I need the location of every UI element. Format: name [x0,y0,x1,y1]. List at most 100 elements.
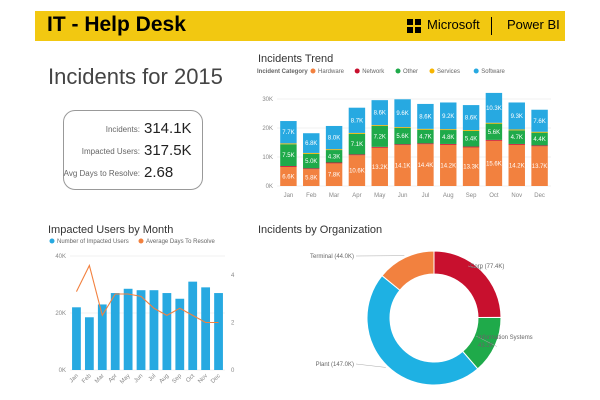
bar-network [303,168,320,170]
bar-label-software: 8.6K [374,111,386,117]
bar-label-other: 7.5K [282,153,294,159]
bar-label-other: 7.2K [374,134,386,140]
line-avg-days [75,263,219,324]
bar-label-other: 5.6K [396,134,408,140]
donut-label-information-systems: Information Systems [478,335,533,341]
bar-services [280,143,297,145]
bar-services [508,129,525,131]
bar-network [394,144,411,146]
x-tick-label: Apr [108,373,119,384]
bar-network [325,162,343,164]
bar-label-software: 7.7K [282,130,294,136]
bar-impacted-users [110,293,120,370]
legend-item-impacted-users: Number of Impacted Users [57,239,129,245]
bar-impacted-users [72,307,81,370]
x-tick-label: Aug [443,193,454,199]
bar-services [348,132,366,134]
bar-label-software: 8.6K [419,114,431,120]
legend-marker-avg-days-icon [138,238,144,244]
microsoft-brand-label: Microsoft [427,17,480,32]
bar-label-software: 8.6K [465,116,477,122]
bar-network [371,146,388,148]
x-tick-label: Mar [94,373,106,385]
donut-leader-line [355,363,386,368]
bar-label-other: 7.1K [351,142,363,148]
bar-label-other: 4.3K [328,154,340,160]
bar-network [280,165,297,167]
incidents-trend-chart[interactable]: Incident Category Hardware Network Other Ser… [255,64,555,214]
bar-impacted-users [201,287,211,370]
bar-label-hardware: 5.8K [305,176,317,182]
bar-network [348,154,366,156]
bar-label-software: 6.8K [305,141,317,147]
bar-label-other: 5.4K [465,137,477,143]
bar-network [462,146,480,148]
microsoft-logo-icon [407,19,421,33]
bar-label-hardware: 7.8K [328,173,340,179]
bar-label-hardware: 14.2K [440,163,456,169]
kpi-incidents-label: Incidents: [105,125,140,134]
y-left-tick-label: 0K [59,368,66,374]
bar-services [303,152,320,154]
x-tick-label: Feb [81,373,93,385]
legend-marker-software-icon [473,68,479,74]
legend-marker-network-icon [354,68,360,74]
bar-label-other: 4.4K [533,137,545,143]
bar-services [440,129,457,131]
y-tick-label: 0K [266,184,273,190]
bar-label-hardware: 13.2K [372,165,388,171]
x-tick-label: Jul [422,193,430,199]
y-tick-label: 30K [262,97,273,103]
bar-network [440,143,457,145]
x-tick-label: Oct [489,193,499,199]
x-tick-label: May [119,373,131,385]
y-right-tick-label: 2 [231,321,235,327]
bar-network [508,143,525,145]
bar-impacted-users [149,290,159,370]
bar-label-software: 8.7K [351,118,363,124]
legend-item-network: Network [362,69,385,75]
bar-label-other: 5.6K [488,130,500,136]
app-header: IT - Help Desk Microsoft Power BI [35,11,565,41]
bar-impacted-users [162,293,172,370]
kpi-incidents-value: 314.1K [144,120,192,137]
bar-impacted-users [123,288,133,370]
bar-services [417,128,434,130]
y-tick-label: 10K [262,155,273,161]
impacted-users-chart[interactable]: Number of Impacted Users Average Days To … [45,234,245,394]
legend-item-services: Services [437,69,460,75]
bar-label-hardware: 6.6K [282,174,294,180]
kpi-avg-days: Avg Days to Resolve: 2.68 [64,164,202,184]
bar-impacted-users [188,281,198,370]
incidents-by-org-title: Incidents by Organization [258,224,383,236]
x-tick-label: Sep [466,193,477,199]
bar-label-software: 9.2K [442,114,454,120]
bar-label-software: 10.3K [486,106,502,112]
bar-label-other: 5.0K [305,159,317,165]
x-tick-label: Jun [398,193,408,199]
incidents-by-org-chart[interactable]: Corp (77.4K) Information Systems 43.2K Plan… [300,238,570,398]
donut-label-terminal: Terminal (44.0K) [310,254,354,260]
app-title: IT - Help Desk [47,13,186,36]
x-tick-label: Feb [306,193,317,199]
power-bi-label: Power BI [507,17,560,32]
bar-label-software: 7.6K [533,119,545,125]
x-tick-label: Jul [148,373,158,383]
bar-label-hardware: 14.4K [418,163,434,169]
y-left-tick-label: 20K [55,311,66,317]
bar-label-other: 4.7K [419,135,431,141]
kpi-avg-days-label: Avg Days to Resolve: [63,169,140,178]
y-left-tick-label: 40K [55,254,66,260]
bar-services [394,127,411,128]
kpi-card[interactable]: Incidents: 314.1K Impacted Users: 317.5K… [63,110,203,190]
bar-network [485,139,503,141]
x-tick-label: Sep [171,373,183,385]
x-tick-label: Jun [133,373,144,384]
bar-impacted-users [214,293,223,370]
x-tick-label: Apr [352,193,361,199]
bar-services [325,149,343,151]
bar-label-hardware: 10.6K [349,169,365,175]
page-title: Incidents for 2015 [48,64,223,89]
legend-item-avg-days: Average Days To Resolve [146,239,215,245]
x-tick-label: May [374,193,385,199]
